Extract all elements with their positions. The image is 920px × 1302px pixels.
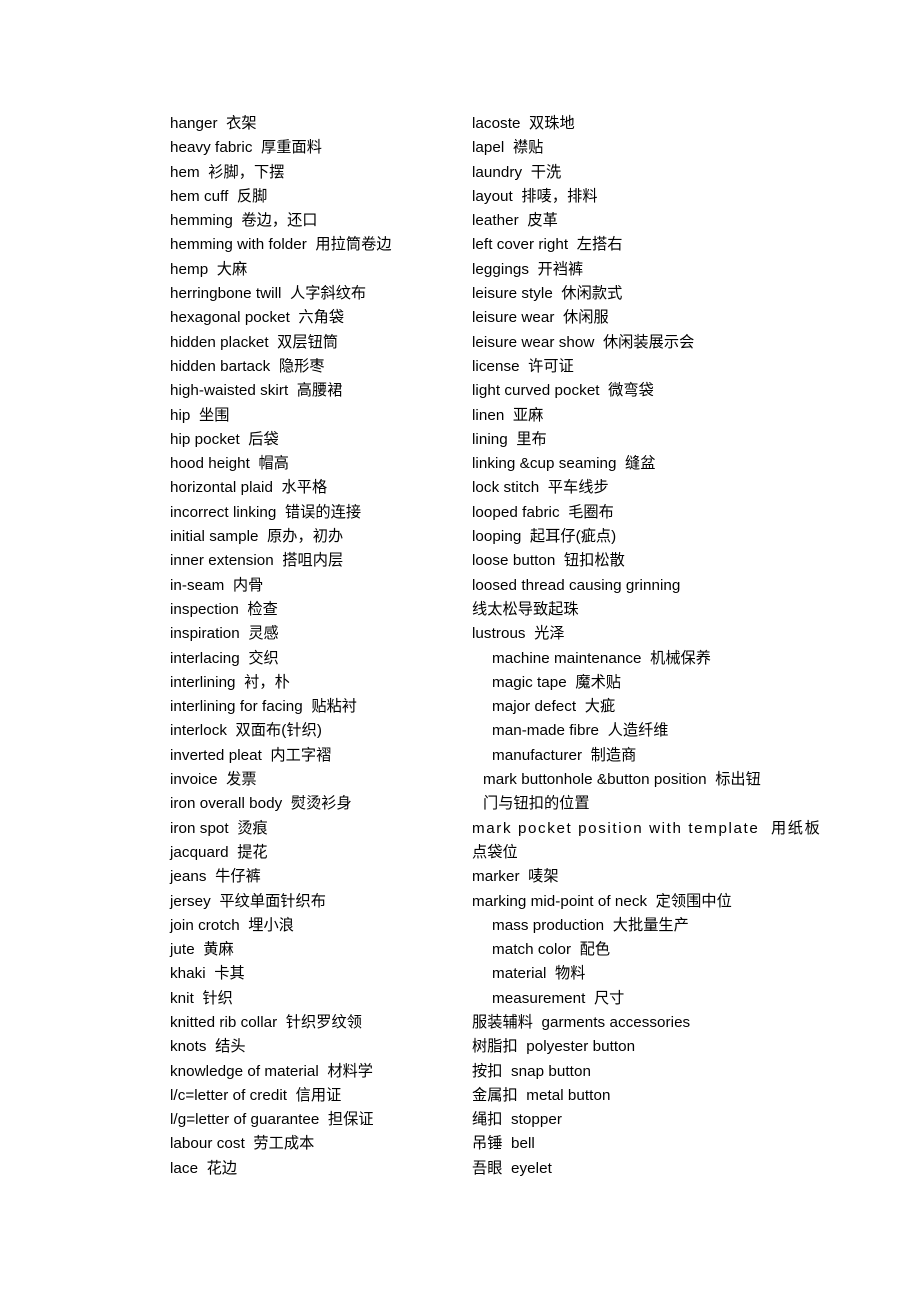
glossary-entry: marking mid-point of neck 定领围中位 xyxy=(472,892,732,910)
glossary-entry: lace 花边 xyxy=(170,1159,238,1177)
glossary-entry: herringbone twill 人字斜纹布 xyxy=(170,285,367,303)
glossary-entry: jacquard 提花 xyxy=(170,843,268,861)
glossary-entry: inverted pleat 内工字褶 xyxy=(170,746,332,764)
glossary-entry: hem cuff 反脚 xyxy=(170,187,268,205)
glossary-entry: interlock 双面布(针织) xyxy=(170,722,322,740)
glossary-entry: license 许可证 xyxy=(472,357,574,375)
glossary-entry: hip pocket 后袋 xyxy=(170,430,279,448)
glossary-entry: knowledge of material 材料学 xyxy=(170,1062,374,1080)
glossary-entry: left cover right 左搭右 xyxy=(472,236,623,254)
glossary-entry: lining 里布 xyxy=(472,430,547,448)
glossary-entry: linking &cup seaming 缝盆 xyxy=(472,455,656,473)
glossary-entry: hidden placket 双层钮筒 xyxy=(170,333,339,351)
glossary-entry: lacoste 双珠地 xyxy=(472,115,575,132)
glossary-entry: hidden bartack 隐形枣 xyxy=(170,357,325,375)
glossary-entry: high-waisted skirt 高腰裙 xyxy=(170,382,343,400)
glossary-entry: leggings 开裆裤 xyxy=(472,260,584,278)
glossary-entry: inner extension 搭咀内层 xyxy=(170,552,344,570)
glossary-entry-line: mark pocket position with template 用纸板 xyxy=(472,819,822,837)
glossary-entry: hexagonal pocket 六角袋 xyxy=(170,309,345,327)
glossary-entry: loosed thread causing grinning 线太松导致起珠 xyxy=(472,574,788,623)
glossary-column-left: hanger 衣架 heavy fabric 厚重面料 hem 衫脚，下摆 hem c… xyxy=(170,112,472,1181)
glossary-entry: hemming with folder 用拉筒卷边 xyxy=(170,236,392,254)
glossary-entry: hemp 大麻 xyxy=(170,260,248,278)
glossary-entry: 按扣 snap button xyxy=(472,1062,591,1080)
glossary-entry: layout 排唛，排料 xyxy=(472,187,598,205)
glossary-entry: khaki 卡其 xyxy=(170,965,245,983)
glossary-entry: knitted rib collar 针织罗纹领 xyxy=(170,1013,362,1031)
glossary-entry: iron spot 烫痕 xyxy=(170,819,268,837)
glossary-entry: match color 配色 xyxy=(492,941,611,959)
glossary-entry: inspiration 灵感 xyxy=(170,625,279,643)
glossary-entry: magic tape 魔术贴 xyxy=(492,673,622,691)
glossary-entry: lapel 襟贴 xyxy=(472,139,544,157)
glossary-entry: man-made fibre 人造纤维 xyxy=(492,722,669,740)
glossary-entry: marker 唛架 xyxy=(472,868,559,886)
glossary-entry: incorrect linking 错误的连接 xyxy=(170,503,362,521)
glossary-entry: 服装辅料 garments accessories xyxy=(472,1013,691,1031)
glossary-entry: iron overall body 熨烫衫身 xyxy=(170,795,352,813)
glossary-entry: interlining 衬，朴 xyxy=(170,673,290,691)
glossary-entry: inspection 检查 xyxy=(170,600,278,618)
glossary-entry: heavy fabric 厚重面料 xyxy=(170,139,322,157)
glossary-entry: hood height 帽高 xyxy=(170,455,289,473)
glossary-entry: leather 皮革 xyxy=(472,212,558,230)
glossary-entry-line: loosed thread causing grinning xyxy=(472,576,681,594)
glossary-entry: manufacturer 制造商 xyxy=(492,746,637,764)
glossary-entry: major defect 大疵 xyxy=(492,698,616,716)
glossary-entry: hem 衫脚，下摆 xyxy=(170,163,285,181)
glossary-entry: lock stitch 平车线步 xyxy=(472,479,609,497)
glossary-entry: knit 针织 xyxy=(170,989,233,1007)
glossary-entry: interlacing 交织 xyxy=(170,649,279,667)
glossary-entry: 吾眼 eyelet xyxy=(472,1159,552,1177)
glossary-entry-continuation: 门与钮扣的位置 xyxy=(483,795,590,813)
glossary-entry: l/g=letter of guarantee 担保证 xyxy=(170,1111,374,1129)
glossary-entry: 树脂扣 polyester button xyxy=(472,1038,636,1056)
glossary-entry: jute 黄麻 xyxy=(170,941,234,959)
glossary-entry: looping 起耳仔(疵点) xyxy=(472,528,617,546)
glossary-entry-line: mark buttonhole &button position 标出钮 xyxy=(483,771,761,789)
glossary-entry: mark pocket position with template 用纸板 点袋… xyxy=(472,817,822,866)
glossary-entry-continuation: 线太松导致起珠 xyxy=(472,600,579,618)
glossary-entry: leisure style 休闲款式 xyxy=(472,285,623,303)
glossary-entry: labour cost 劳工成本 xyxy=(170,1135,315,1153)
document-page: hanger 衣架 heavy fabric 厚重面料 hem 衫脚，下摆 hem c… xyxy=(0,0,920,1302)
glossary-entry: interlining for facing 贴粘衬 xyxy=(170,698,358,716)
glossary-entry: initial sample 原办，初办 xyxy=(170,528,344,546)
glossary-entry: material 物料 xyxy=(492,965,586,983)
glossary-columns: hanger 衣架 heavy fabric 厚重面料 hem 衫脚，下摆 hem c… xyxy=(0,112,920,1181)
glossary-entry: knots 结头 xyxy=(170,1038,246,1056)
glossary-entry: leisure wear 休闲服 xyxy=(472,309,609,327)
glossary-entry: invoice 发票 xyxy=(170,771,257,789)
glossary-entry: looped fabric 毛圈布 xyxy=(472,503,614,521)
glossary-entry: machine maintenance 机械保养 xyxy=(492,649,712,667)
glossary-entry: jeans 牛仔裤 xyxy=(170,868,261,886)
glossary-entry: leisure wear show 休闲装展示会 xyxy=(472,333,695,351)
glossary-entry: 绳扣 stopper xyxy=(472,1111,563,1129)
glossary-entry: light curved pocket 微弯袋 xyxy=(472,382,654,400)
glossary-entry: loose button 钮扣松散 xyxy=(472,552,625,570)
glossary-entry-continuation: 点袋位 xyxy=(472,843,518,861)
glossary-entry: 吊锤 bell xyxy=(472,1135,535,1153)
glossary-entry: horizontal plaid 水平格 xyxy=(170,479,328,497)
glossary-entry: mass production 大批量生产 xyxy=(492,916,689,934)
glossary-entry: jersey 平纹单面针织布 xyxy=(170,892,327,910)
glossary-entry: join crotch 埋小浪 xyxy=(170,916,295,934)
glossary-column-right: lacoste 双珠地 lapel 襟贴 laundry 干洗 layout 排唛，排… xyxy=(472,112,822,1181)
glossary-entry: mark buttonhole &button position 标出钮 门与钮扣… xyxy=(472,768,799,817)
glossary-entry: laundry 干洗 xyxy=(472,163,562,181)
glossary-entry: 金属扣 metal button xyxy=(472,1086,611,1104)
glossary-entry: hanger 衣架 xyxy=(170,115,257,132)
glossary-entry: l/c=letter of credit 信用证 xyxy=(170,1086,342,1104)
glossary-entry: measurement 尺寸 xyxy=(492,989,625,1007)
glossary-entry: in-seam 内骨 xyxy=(170,576,264,594)
glossary-entry: linen 亚麻 xyxy=(472,406,544,424)
glossary-entry: hemming 卷边，还口 xyxy=(170,212,318,230)
glossary-entry: hip 坐围 xyxy=(170,406,230,424)
glossary-entry: lustrous 光泽 xyxy=(472,625,565,643)
